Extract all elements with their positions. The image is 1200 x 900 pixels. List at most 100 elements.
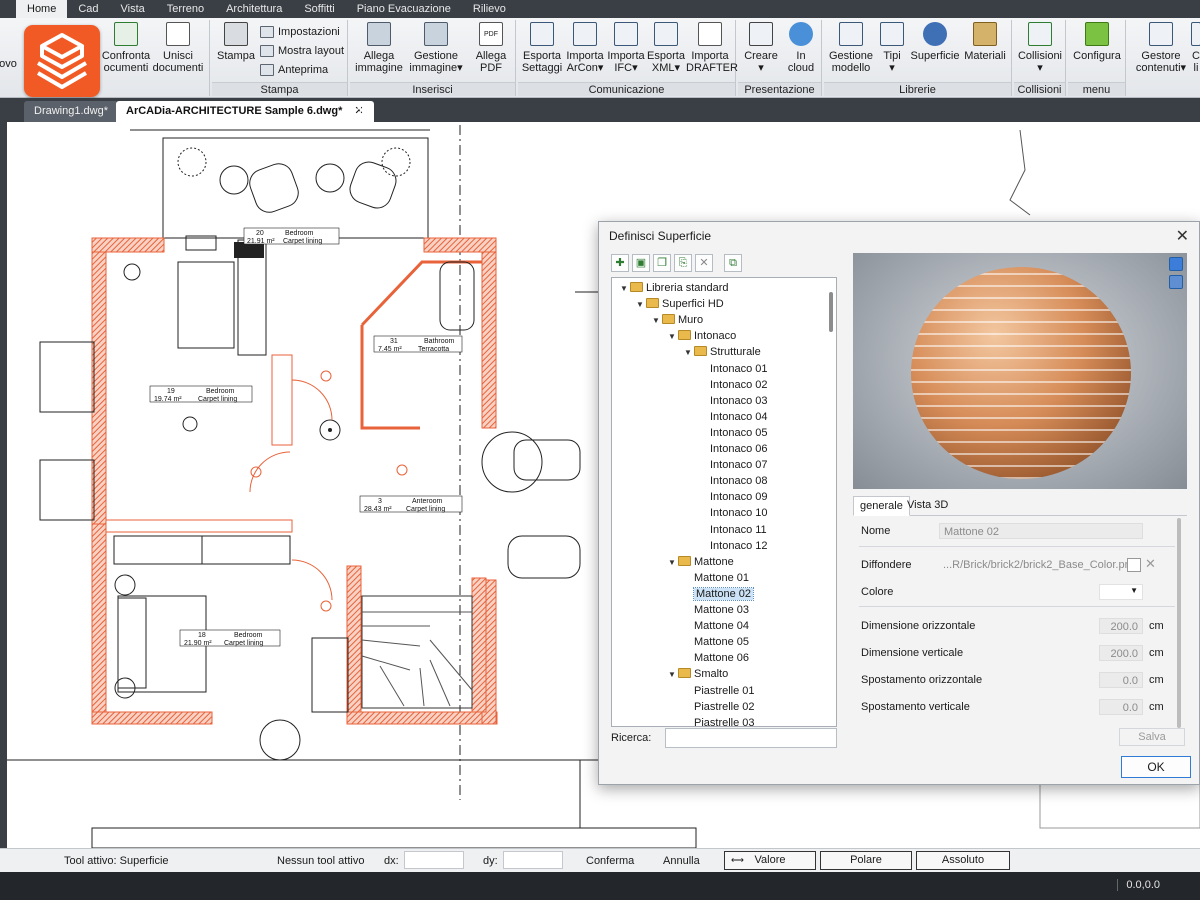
ok-button[interactable]: OK (1121, 756, 1191, 778)
tree-folder[interactable]: ▼ Muro (650, 312, 703, 328)
copy-icon[interactable]: ❐ (653, 254, 671, 272)
chevron-down-icon[interactable]: ▼ (650, 313, 662, 329)
tree-item[interactable]: Piastrelle 02 (682, 699, 755, 715)
new-button[interactable]: ovo (0, 58, 18, 70)
absolute-button[interactable]: Assoluto (916, 851, 1010, 870)
save-button[interactable]: Salva (1119, 728, 1185, 746)
content-manager-button[interactable]: Gestore contenuti▾ (1134, 22, 1188, 74)
preview-button[interactable]: Anteprima (258, 61, 328, 79)
doc-tab-drawing1[interactable]: Drawing1.dwg* (24, 101, 118, 122)
tree-item[interactable]: Intonaco 01 (698, 361, 768, 377)
model-manager-button[interactable]: Gestione modello (826, 22, 876, 74)
app-logo[interactable] (24, 25, 100, 97)
types-button[interactable]: Tipi ▾ (878, 22, 906, 74)
preview-options-button[interactable] (1169, 275, 1183, 289)
tree-item[interactable]: Intonaco 04 (698, 409, 768, 425)
clipped-button[interactable]: C li (1190, 22, 1200, 74)
tab-vista-3d[interactable]: Vista 3D (901, 496, 954, 516)
tree-item[interactable]: Intonaco 02 (698, 377, 768, 393)
search-input[interactable] (665, 728, 837, 748)
create-button[interactable]: Creare ▾ (740, 22, 782, 74)
attach-pdf-button[interactable]: PDF Allega PDF (470, 22, 512, 74)
diffuse-texture-path[interactable]: ...R/Brick/brick2/brick2_Base_Color.png (939, 557, 1127, 573)
tree-item[interactable]: Intonaco 07 (698, 457, 768, 473)
clear-texture-icon[interactable]: ✕ (1145, 556, 1156, 572)
tree-item[interactable]: Piastrelle 01 (682, 683, 755, 699)
menu-tab-soffitti[interactable]: Soffitti (293, 0, 345, 18)
dim-orizz-field[interactable]: 200.0 (1099, 618, 1143, 634)
tree-item[interactable]: Mattone 03 (682, 602, 749, 618)
tree-folder[interactable]: ▼ Smalto (666, 666, 728, 682)
collisions-button[interactable]: Collisioni ▾ (1016, 22, 1064, 74)
close-icon[interactable]: ✕ (1176, 226, 1189, 246)
spost-vert-field[interactable]: 0.0 (1099, 699, 1143, 715)
tree-scrollbar[interactable] (829, 292, 833, 332)
delete-icon[interactable]: ✕ (695, 254, 713, 272)
confirm-button[interactable]: Conferma (586, 855, 634, 867)
spost-orizz-field[interactable]: 0.0 (1099, 672, 1143, 688)
tree-item[interactable]: Intonaco 09 (698, 489, 768, 505)
dim-vert-field[interactable]: 200.0 (1099, 645, 1143, 661)
preview-render-button[interactable] (1169, 257, 1183, 271)
value-button[interactable]: ⟷ Valore (724, 851, 816, 870)
tree-folder[interactable]: ▼ Mattone (666, 554, 734, 570)
surface-library-tree[interactable]: ▼ Libreria standard ▼ Superfici HD ▼ Muro ▼ Int… (611, 277, 837, 727)
polar-button[interactable]: Polare (820, 851, 912, 870)
materials-button[interactable]: Materiali (960, 22, 1010, 62)
menu-tab-home[interactable]: Home (16, 0, 68, 18)
import-drafter-button[interactable]: Importa DRAFTER (686, 22, 738, 74)
attach-image-button[interactable]: Allega immagine (352, 22, 406, 74)
dy-input[interactable] (503, 851, 563, 869)
cancel-button[interactable]: Annulla (663, 855, 700, 867)
menu-tab-piano-evacuazione[interactable]: Piano Evacuazione (346, 0, 462, 18)
merge-documents-button[interactable]: Unisci documenti (150, 22, 206, 74)
menu-tab-architettura[interactable]: Architettura (215, 0, 293, 18)
tree-item[interactable]: Mattone 05 (682, 634, 749, 650)
tree-item[interactable]: Intonaco 03 (698, 393, 768, 409)
chevron-down-icon[interactable]: ▼ (666, 667, 678, 683)
tree-item[interactable]: Intonaco 05 (698, 425, 768, 441)
tree-folder[interactable]: ▼ Strutturale (682, 344, 761, 360)
dx-input[interactable] (404, 851, 464, 869)
export-settings-button[interactable]: Esporta Settaggi (520, 22, 564, 74)
menu-tab-cad[interactable]: Cad (67, 0, 109, 18)
add-surface-icon[interactable]: ✚ (611, 254, 629, 272)
tree-item[interactable]: Intonaco 06 (698, 441, 768, 457)
import-ifc-button[interactable]: Importa IFC▾ (606, 22, 646, 74)
chevron-down-icon[interactable]: ▼ (634, 297, 646, 313)
configure-button[interactable]: Configura (1070, 22, 1124, 62)
menu-tab-terreno[interactable]: Terreno (156, 0, 215, 18)
tree-item[interactable]: Mattone 02 (682, 586, 755, 602)
browse-file-icon[interactable] (1127, 558, 1141, 572)
paste-icon[interactable]: ⎘ (674, 254, 692, 272)
chevron-down-icon[interactable]: ▼ (682, 345, 694, 361)
chevron-down-icon[interactable]: ▼ (666, 555, 678, 571)
show-layout-button[interactable]: Mostra layout (258, 42, 344, 60)
color-picker[interactable]: ▼ (1099, 584, 1143, 600)
in-cloud-button[interactable]: In cloud (782, 22, 820, 74)
import-icon[interactable]: ⧉ (724, 254, 742, 272)
compare-documents-button[interactable]: Confronta ocumenti (98, 22, 154, 74)
tree-item[interactable]: Intonaco 11 (698, 522, 767, 538)
chevron-down-icon[interactable]: ▼ (666, 329, 678, 345)
tree-item[interactable]: Piastrelle 03 (682, 715, 755, 726)
nome-field[interactable]: Mattone 02 (939, 523, 1143, 539)
import-arcon-button[interactable]: Importa ArCon▾ (564, 22, 606, 74)
print-button[interactable]: Stampa (214, 22, 258, 62)
tree-folder[interactable]: ▼ Libreria standard (618, 280, 729, 296)
tree-item[interactable]: Mattone 01 (682, 570, 749, 586)
manage-image-button[interactable]: Gestione immagine▾ (406, 22, 466, 74)
export-xml-button[interactable]: Esporta XML▾ (646, 22, 686, 74)
add-folder-icon[interactable]: ▣ (632, 254, 650, 272)
tree-item[interactable]: Intonaco 08 (698, 473, 768, 489)
doc-tab-sample6[interactable]: ArCADia-ARCHITECTURE Sample 6.dwg* ✕ (116, 101, 374, 122)
chevron-down-icon[interactable]: ▼ (618, 281, 630, 297)
tree-item[interactable]: Intonaco 12 (698, 538, 768, 554)
tree-item[interactable]: Mattone 06 (682, 650, 749, 666)
new-tab-button[interactable]: + (356, 101, 365, 119)
tree-folder[interactable]: ▼ Intonaco (666, 328, 736, 344)
menu-tab-vista[interactable]: Vista (110, 0, 156, 18)
tree-item[interactable]: Mattone 04 (682, 618, 749, 634)
menu-tab-rilievo[interactable]: Rilievo (462, 0, 517, 18)
tree-folder[interactable]: ▼ Superfici HD (634, 296, 724, 312)
